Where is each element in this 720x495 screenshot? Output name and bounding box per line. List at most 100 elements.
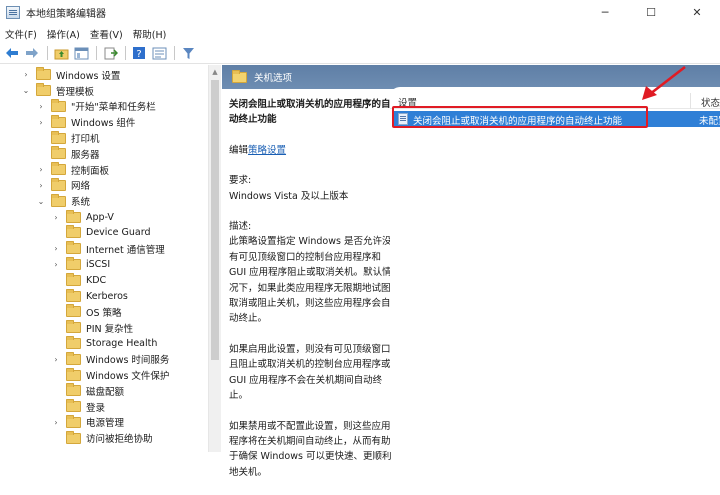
- tree-item-label: 登录: [86, 402, 106, 414]
- expand-chevron-icon: [51, 323, 61, 333]
- menu-file[interactable]: 文件(F): [0, 27, 42, 41]
- filter-icon: [182, 47, 194, 59]
- tree-item[interactable]: Windows 文件保护: [51, 367, 169, 383]
- expand-chevron-icon[interactable]: ›: [51, 354, 61, 364]
- tree-item-label: KDC: [86, 274, 107, 286]
- list-item-setting: 关闭会阻止或取消关机的应用程序的自动终止功能: [413, 116, 623, 127]
- tree-item-label: App-V: [86, 211, 114, 223]
- tree-item[interactable]: › "开始"菜单和任务栏: [36, 98, 156, 115]
- tree-item[interactable]: 打印机: [36, 130, 100, 146]
- folder-icon: [66, 304, 81, 318]
- tree-item[interactable]: › 网络: [36, 177, 90, 194]
- column-header-setting[interactable]: 设置: [398, 95, 417, 109]
- tree-item[interactable]: Storage Health: [51, 335, 157, 352]
- expand-chevron-icon: [36, 133, 46, 143]
- toolbar: ?: [0, 43, 720, 64]
- folder-icon: [66, 351, 81, 365]
- properties-icon: [152, 47, 166, 59]
- edit-prefix: 编辑: [229, 144, 249, 156]
- expand-chevron-icon: [51, 307, 61, 317]
- section-header: 关机选项: [222, 65, 720, 89]
- folder-icon: [66, 225, 81, 239]
- maximize-button[interactable]: ☐: [628, 0, 674, 24]
- properties-button[interactable]: [150, 44, 168, 62]
- expand-chevron-icon[interactable]: ›: [51, 212, 61, 222]
- tree-item[interactable]: Device Guard: [51, 225, 150, 241]
- expand-chevron-icon[interactable]: ›: [36, 117, 46, 127]
- menu-view[interactable]: 查看(V): [85, 27, 128, 41]
- tree-item[interactable]: › Windows 组件: [36, 114, 135, 130]
- requirements-value: Windows Vista 及以上版本: [229, 190, 349, 202]
- tree-scrollbar[interactable]: ▲: [208, 65, 221, 452]
- tree-item[interactable]: › Windows 设置: [21, 67, 120, 83]
- tree-item-label: Windows 时间服务: [86, 355, 170, 367]
- tree-item-label: "开始"菜单和任务栏: [71, 102, 156, 114]
- tree-item-label: 系统: [71, 197, 91, 209]
- folder-icon: [66, 414, 81, 428]
- column-divider[interactable]: [690, 93, 691, 109]
- expand-chevron-icon: [51, 291, 61, 301]
- toolbar-separator: [125, 46, 126, 60]
- edit-policy-link[interactable]: 策略设置: [248, 145, 286, 156]
- tree-item-label: 磁盘配额: [86, 386, 125, 398]
- expand-chevron-icon[interactable]: ›: [51, 244, 61, 254]
- tree-item[interactable]: › Windows 时间服务: [51, 351, 169, 367]
- tree-item[interactable]: › 控制面板: [36, 162, 109, 178]
- folder-icon: [66, 209, 81, 223]
- expand-chevron-icon[interactable]: ›: [36, 101, 46, 111]
- help-button[interactable]: ?: [130, 44, 148, 62]
- tree-item[interactable]: 访问被拒绝协助: [51, 430, 153, 446]
- scroll-thumb[interactable]: [211, 80, 219, 360]
- tree-item[interactable]: › Internet 通信管理: [51, 241, 165, 257]
- collapse-chevron-icon[interactable]: ⌄: [21, 86, 31, 96]
- export-list-button[interactable]: [101, 44, 119, 62]
- tree-item[interactable]: ⌄ 系统: [36, 193, 90, 209]
- tree-item[interactable]: 服务器: [36, 146, 100, 162]
- folder-icon: [66, 320, 81, 334]
- requirements: 要求: Windows Vista 及以上版本: [229, 173, 394, 204]
- console-tree-button[interactable]: [72, 44, 90, 62]
- list-item-state: 未配置: [699, 116, 720, 127]
- expand-chevron-icon[interactable]: ›: [36, 165, 46, 175]
- folder-icon: [66, 272, 81, 286]
- collapse-chevron-icon[interactable]: ⌄: [36, 196, 46, 206]
- tree-item[interactable]: OS 策略: [51, 304, 122, 320]
- expand-chevron-icon[interactable]: ›: [51, 417, 61, 427]
- policy-title: 关闭会阻止或取消关机的应用程序的自动终止功能: [229, 99, 391, 126]
- tree-item-label: Kerberos: [86, 290, 128, 302]
- back-button[interactable]: [3, 44, 21, 62]
- folder-icon: [66, 367, 81, 381]
- tree-item[interactable]: KDC: [51, 272, 106, 288]
- column-header-state[interactable]: 状态: [701, 95, 720, 109]
- tree-item[interactable]: 登录: [51, 399, 105, 415]
- close-button[interactable]: ✕: [674, 0, 720, 24]
- toolbar-separator: [96, 46, 97, 60]
- folder-icon: [66, 335, 81, 349]
- policy-setting-icon: [398, 113, 408, 125]
- expand-chevron-icon: [36, 149, 46, 159]
- tree-item[interactable]: ⌄ 管理模板: [21, 83, 94, 99]
- tree-item[interactable]: › iSCSI: [51, 256, 110, 273]
- minimize-button[interactable]: ─: [582, 0, 628, 24]
- forward-button[interactable]: [23, 44, 41, 62]
- expand-chevron-icon[interactable]: ›: [51, 259, 61, 269]
- tree-item[interactable]: 磁盘配额: [51, 383, 124, 399]
- menu-help[interactable]: 帮助(H): [128, 27, 172, 41]
- tree-item[interactable]: › App-V: [51, 209, 114, 225]
- tree-item[interactable]: Kerberos: [51, 288, 128, 304]
- tree-item[interactable]: › 电源管理: [51, 414, 124, 431]
- list-item[interactable]: 关闭会阻止或取消关机的应用程序的自动终止功能 未配置: [394, 111, 720, 127]
- tree-item-label: Internet 通信管理: [86, 244, 165, 256]
- expand-chevron-icon[interactable]: ›: [21, 70, 31, 80]
- menu-action[interactable]: 操作(A): [42, 27, 85, 41]
- tree-item[interactable]: PIN 复杂性: [51, 320, 133, 336]
- expand-chevron-icon[interactable]: ›: [36, 180, 46, 190]
- window-title: 本地组策略编辑器: [26, 8, 106, 20]
- folder-icon: [66, 256, 81, 270]
- scroll-up-icon[interactable]: ▲: [209, 65, 221, 78]
- arrow-left-icon: [6, 48, 18, 58]
- folder-up-icon: [54, 49, 68, 59]
- up-folder-button[interactable]: [52, 44, 70, 62]
- export-list-icon: [104, 47, 118, 59]
- filter-button[interactable]: [179, 44, 197, 62]
